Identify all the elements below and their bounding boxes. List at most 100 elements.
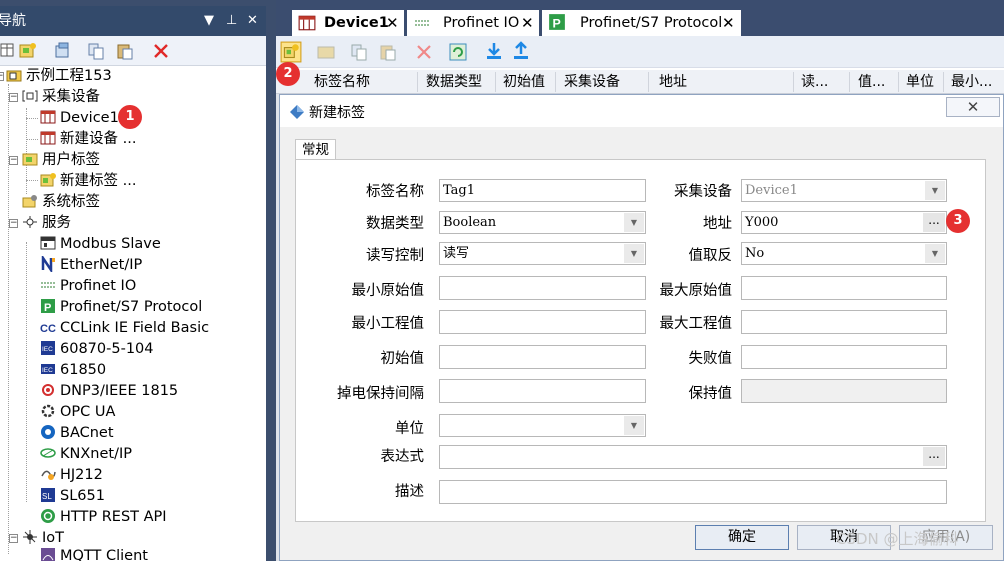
column-header[interactable]: 初始值 [503,70,545,94]
tree-item-profinet[interactable]: Profinet IO [40,276,136,297]
tree-item-knx[interactable]: KNXnet/IP [40,444,132,465]
column-header[interactable]: 值... [858,70,885,94]
tree-item-new-tag[interactable]: 新建标签 ... [40,171,136,192]
tree-item-modbus[interactable]: Modbus Slave [40,234,161,255]
tree-item-hj212[interactable]: HJ212 [40,465,103,486]
collapse-icon[interactable]: − [9,219,18,228]
new-tag-icon [40,173,56,187]
tree-item-collect[interactable]: − 采集设备 [9,87,100,108]
tab-device1[interactable]: Device1 ✕ [292,10,404,36]
copy-icon[interactable] [350,42,370,62]
watermark: CSDN @上海偷科 [836,530,959,548]
refresh-icon[interactable] [448,42,468,62]
collapse-icon[interactable]: − [0,72,4,81]
tree-item-user-tags[interactable]: − 用户标签 [9,150,100,171]
splitter[interactable] [266,0,276,561]
iec-icon: IEC [41,341,55,355]
collapse-icon[interactable]: − [9,93,18,102]
nav-menu-chevron-icon[interactable]: ▼ [204,6,214,36]
tree-item-mqtt[interactable]: MQTT Client [40,546,148,561]
tag-grid-header: 标签名称 数据类型 初始值 采集设备 地址 读... 值... 单位 最小... [276,70,1004,94]
min-eng-input[interactable] [439,310,646,334]
dialog-close-button[interactable]: ✕ [946,97,1000,117]
min-raw-input[interactable] [439,276,646,300]
svg-text:IEC: IEC [42,367,53,374]
tree-item-profinet-s7[interactable]: P Profinet/S7 Protocol [40,297,202,318]
column-header[interactable]: 标签名称 [314,70,370,94]
grid-icon[interactable] [0,41,20,61]
delete-icon[interactable] [414,42,434,62]
new-tag-icon[interactable] [280,41,302,63]
tree-item-ethernetip[interactable]: EtherNet/IP [40,255,142,276]
label-retain-value: 保持值 [688,386,733,402]
label-data-type: 数据类型 [366,216,424,232]
max-raw-input[interactable] [741,276,947,300]
tree-item-sl651[interactable]: SL SL651 [40,486,105,507]
svg-text:P: P [44,302,51,314]
initial-value-input[interactable] [439,345,646,369]
tree-item-iec61850[interactable]: IEC 61850 [40,360,106,381]
new-tag-dialog: 新建标签 ✕ 常规 标签名称 数据类型 读写控制 最小原始值 最小工程值 初始值… [279,94,1004,561]
ok-button[interactable]: 确定 [695,525,789,550]
svg-text:SL: SL [42,492,52,501]
tag-name-input[interactable]: Tag1 [439,179,646,202]
tree-item-device1[interactable]: Device1 [40,108,119,129]
tree-item-opcua[interactable]: OPC UA [40,402,115,423]
rw-control-select[interactable]: 读写 ▼ [439,242,646,265]
upload-icon[interactable] [511,41,531,61]
tab-profinet-io[interactable]: Profinet IO ✕ [407,10,539,36]
column-header[interactable]: 读... [801,70,828,94]
chevron-down-icon[interactable]: ▼ [925,244,945,263]
tree-item-new-device[interactable]: 新建设备 ... [40,129,136,150]
tree-root[interactable]: − 示例工程153 [0,66,112,87]
paste-icon[interactable] [115,41,135,61]
tree-item-cclink[interactable]: CC CCLink IE Field Basic [40,318,209,339]
nav-close-icon[interactable]: ✕ [247,6,258,36]
expression-input[interactable]: ... [439,445,947,469]
copy-icon[interactable] [87,41,107,61]
chevron-down-icon[interactable]: ▼ [624,244,644,263]
tree-item-services[interactable]: − 服务 [9,213,71,234]
collapse-icon[interactable]: − [9,156,18,165]
tree-item-dnp3[interactable]: DNP3/IEEE 1815 [40,381,178,402]
column-header[interactable]: 单位 [906,70,934,94]
paste-icon[interactable] [378,42,398,62]
address-browse-button[interactable]: ... [923,213,945,232]
data-type-select[interactable]: Boolean ▼ [439,211,646,234]
new-tag-icon[interactable] [18,41,38,61]
tree-item-iec104[interactable]: IEC 60870-5-104 [40,339,154,360]
nav-pin-icon[interactable]: ⊥ [226,6,237,36]
chevron-down-icon[interactable]: ▼ [624,213,644,232]
delete-icon[interactable] [151,41,171,61]
column-header[interactable]: 地址 [659,70,687,94]
tab-general[interactable]: 常规 [295,139,336,160]
device-select: Device1 ▼ [741,179,947,202]
expression-browse-button[interactable]: ... [923,447,945,466]
description-input[interactable] [439,480,947,504]
max-eng-input[interactable] [741,310,947,334]
label-unit: 单位 [395,421,424,437]
collapse-icon[interactable]: − [9,534,18,543]
tab-close-icon[interactable]: ✕ [521,10,534,36]
profinet-s7-icon: P [549,14,565,31]
column-header[interactable]: 采集设备 [564,70,620,94]
invert-select[interactable]: No ▼ [741,242,947,265]
tree-item-bacnet[interactable]: BACnet [40,423,114,444]
retain-interval-input[interactable] [439,379,646,403]
properties-icon[interactable] [53,41,73,61]
dialog-titlebar[interactable]: 新建标签 ✕ [280,95,1003,127]
download-icon[interactable] [484,41,504,61]
tree-item-http[interactable]: HTTP REST API [40,507,167,528]
tab-close-icon[interactable]: ✕ [722,10,735,36]
tab-close-icon[interactable]: ✕ [386,10,399,36]
column-header[interactable]: 最小... [951,70,992,94]
import-icon[interactable] [316,42,336,62]
unit-select[interactable]: ▼ [439,414,646,437]
fail-value-input[interactable] [741,345,947,369]
tree-item-system-tags[interactable]: 系统标签 [22,192,100,213]
chevron-down-icon[interactable]: ▼ [624,416,644,435]
tab-profinet-s7[interactable]: P Profinet/S7 Protocol ✕ [542,10,741,36]
column-header[interactable]: 数据类型 [426,70,482,94]
cclink-icon: CC [40,323,56,335]
address-input[interactable]: Y000 ... [741,211,947,234]
